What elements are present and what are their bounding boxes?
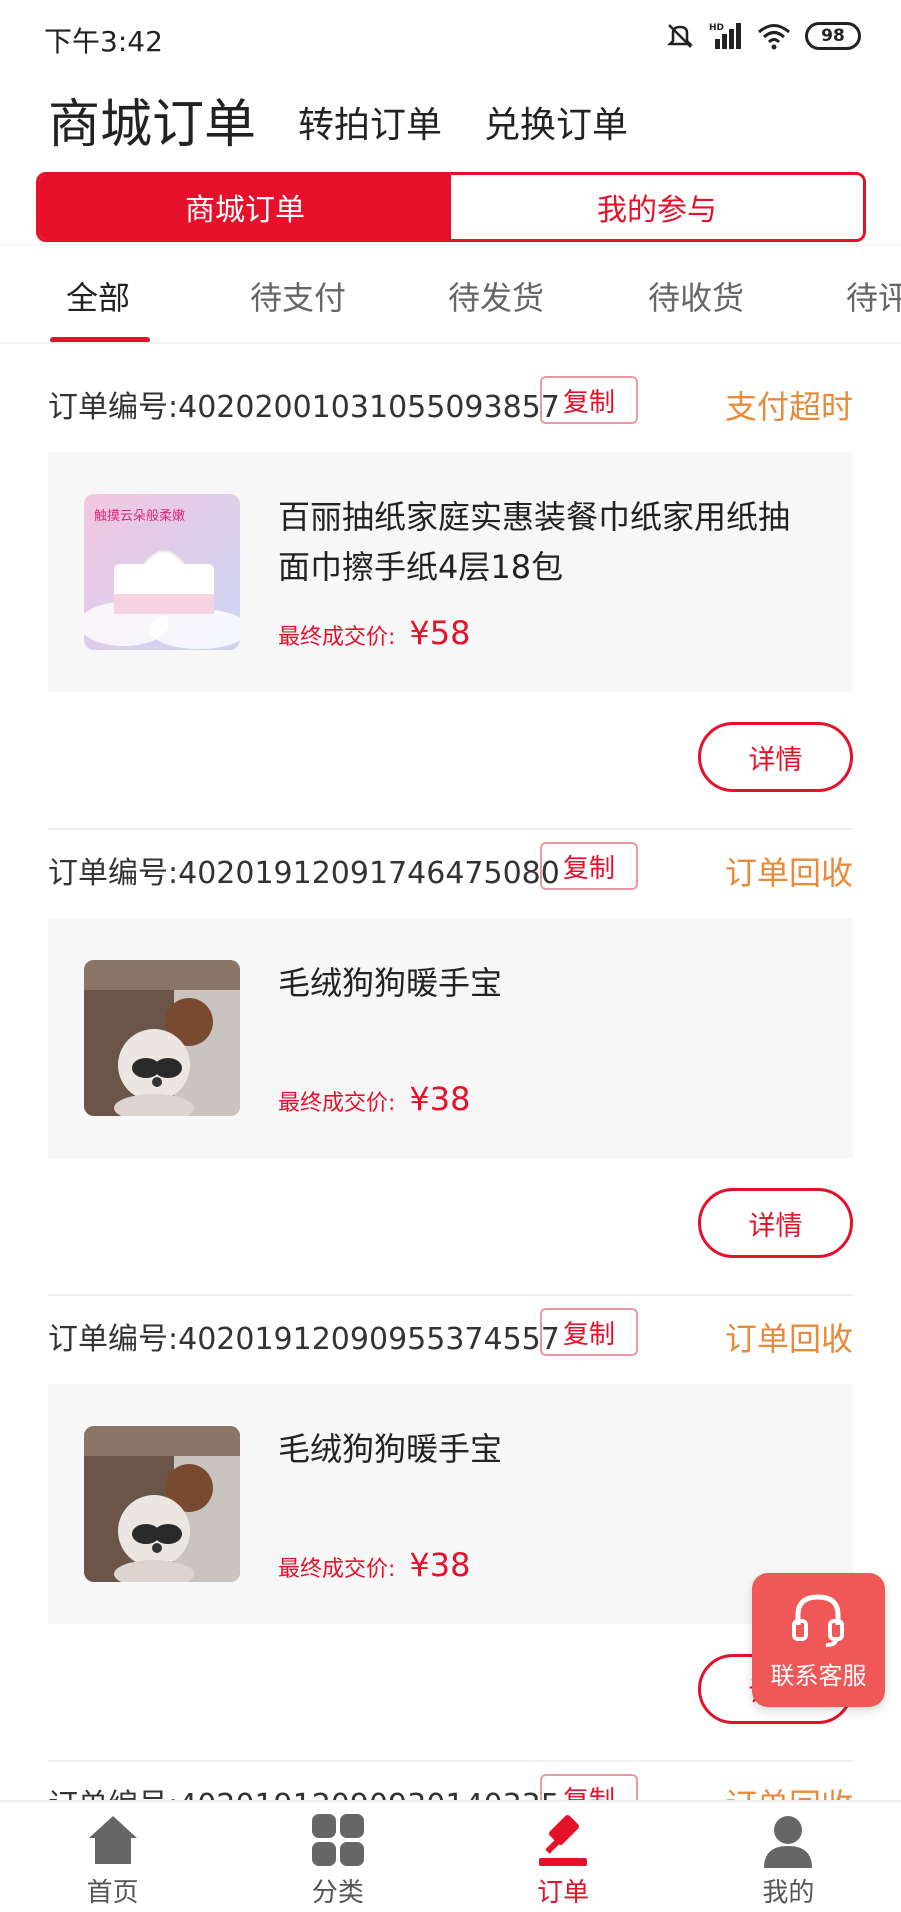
copy-button[interactable]: 复制 <box>540 842 638 890</box>
details-button[interactable]: 详情 <box>698 1188 853 1258</box>
tab-resale-orders[interactable]: 转拍订单 <box>298 96 442 148</box>
order-header: 订单编号:402019120917464750​80 复制 订单回收 <box>48 836 853 896</box>
nav-item-orders[interactable]: 订单 <box>451 1802 676 1912</box>
nav-item-mine[interactable]: 我的 <box>676 1802 901 1912</box>
order-number: 订单编号:402019120909553745​57 <box>48 1322 560 1357</box>
segment-mall-orders[interactable]: 商城订单 <box>39 175 451 239</box>
copy-button[interactable]: 复制 <box>540 1308 638 1356</box>
order-divider <box>48 1760 853 1762</box>
price-label: 最终成交价: <box>278 1557 396 1582</box>
grid-icon <box>311 1814 364 1866</box>
order-number: 订单编号:402020010310550938​57 <box>48 390 560 425</box>
status-bar: 下午3:42 HD 98 <box>0 0 901 72</box>
nav-item-home[interactable]: 首页 <box>0 1802 225 1912</box>
home-icon <box>88 1816 137 1864</box>
status-tab-pending-review[interactable]: 待评 <box>846 273 901 319</box>
nav-label: 首页 <box>86 1878 139 1908</box>
order-number: 订单编号:402019120917464750​80 <box>48 856 560 891</box>
contact-service-label: 联系客服 <box>770 1662 867 1690</box>
order-status: 支付超时 <box>724 388 853 426</box>
order-header: 订单编号:402019120909553745​57 复制 订单回收 <box>48 1302 853 1362</box>
price-value: ¥38 <box>409 1080 471 1118</box>
price-row: 最终成交价: ¥38 <box>278 1546 471 1584</box>
contact-service-button[interactable]: 联系客服 <box>752 1573 885 1707</box>
nav-label: 订单 <box>537 1878 590 1908</box>
product-thumb-text: 触摸云朵般柔嫩 <box>94 508 185 524</box>
status-tab-pending-receipt[interactable]: 待收货 <box>648 273 744 319</box>
bottom-nav: 首页 分类 订单 我的 <box>0 1800 901 1912</box>
segment-control: 商城订单 我的参与 <box>36 172 866 242</box>
copy-button[interactable]: 复制 <box>540 376 638 424</box>
divider <box>0 342 901 344</box>
nav-label: 我的 <box>762 1878 815 1908</box>
product-thumbnail <box>84 960 240 1116</box>
order-status: 订单回收 <box>724 1320 853 1358</box>
order-status: 订单回收 <box>724 854 853 892</box>
goods-item[interactable]: 触摸云朵般柔嫩 百丽抽纸家庭实惠装餐巾纸家用纸抽面巾擦手纸4层18包 最终成交价… <box>48 452 853 692</box>
wifi-icon <box>758 24 790 50</box>
price-label: 最终成交价: <box>278 625 396 650</box>
network-type: HD <box>709 23 724 33</box>
price-value: ¥38 <box>409 1546 471 1584</box>
user-icon <box>764 1816 813 1868</box>
status-tab-pending-shipment[interactable]: 待发货 <box>448 273 544 319</box>
price-row: 最终成交价: ¥58 <box>278 614 471 652</box>
status-tabs: 全部 待支付 待发货 待收货 待评 <box>0 244 901 344</box>
order-divider <box>48 828 853 830</box>
battery-level: 98 <box>821 26 845 46</box>
gavel-icon <box>539 1814 588 1866</box>
product-thumbnail <box>84 1426 240 1582</box>
header: 商城订单 转拍订单 兑换订单 <box>0 72 901 168</box>
status-tab-all[interactable]: 全部 <box>66 273 130 319</box>
order-header: 订单编号:402020010310550938​57 复制 支付超时 <box>48 370 853 430</box>
goods-item[interactable]: 毛绒狗狗暖手宝 最终成交价: ¥38 <box>48 1384 853 1624</box>
mute-icon <box>666 24 694 48</box>
nav-item-category[interactable]: 分类 <box>225 1802 450 1912</box>
tab-exchange-orders[interactable]: 兑换订单 <box>484 96 628 148</box>
goods-item[interactable]: 毛绒狗狗暖手宝 最终成交价: ¥38 <box>48 918 853 1158</box>
product-title: 毛绒狗狗暖手宝 <box>278 964 503 1002</box>
price-label: 最终成交价: <box>278 1091 396 1116</box>
headset-icon <box>792 1594 844 1647</box>
nav-label: 分类 <box>311 1878 364 1908</box>
price-value: ¥58 <box>409 614 471 652</box>
details-button[interactable]: 详情 <box>698 722 853 792</box>
signal-icon: HD <box>709 23 741 49</box>
product-title: 百丽抽纸家庭实惠装餐巾纸家用纸抽面巾擦手纸4层18包 <box>278 498 791 586</box>
page: 下午3:42 HD 98 商城订单 转拍订单 兑换订单 商城订单 我的参与 全部… <box>0 0 901 1912</box>
status-icons: HD 98 <box>665 20 861 52</box>
product-title: 毛绒狗狗暖手宝 <box>278 1430 503 1468</box>
price-row: 最终成交价: ¥38 <box>278 1080 471 1118</box>
battery-indicator: 98 <box>805 22 861 50</box>
page-title[interactable]: 商城订单 <box>48 82 256 157</box>
segment-my-participation[interactable]: 我的参与 <box>451 175 863 239</box>
product-thumbnail: 触摸云朵般柔嫩 <box>84 494 240 650</box>
status-time: 下午3:42 <box>44 25 163 58</box>
status-tab-pending-payment[interactable]: 待支付 <box>250 273 346 319</box>
order-divider <box>48 1294 853 1296</box>
